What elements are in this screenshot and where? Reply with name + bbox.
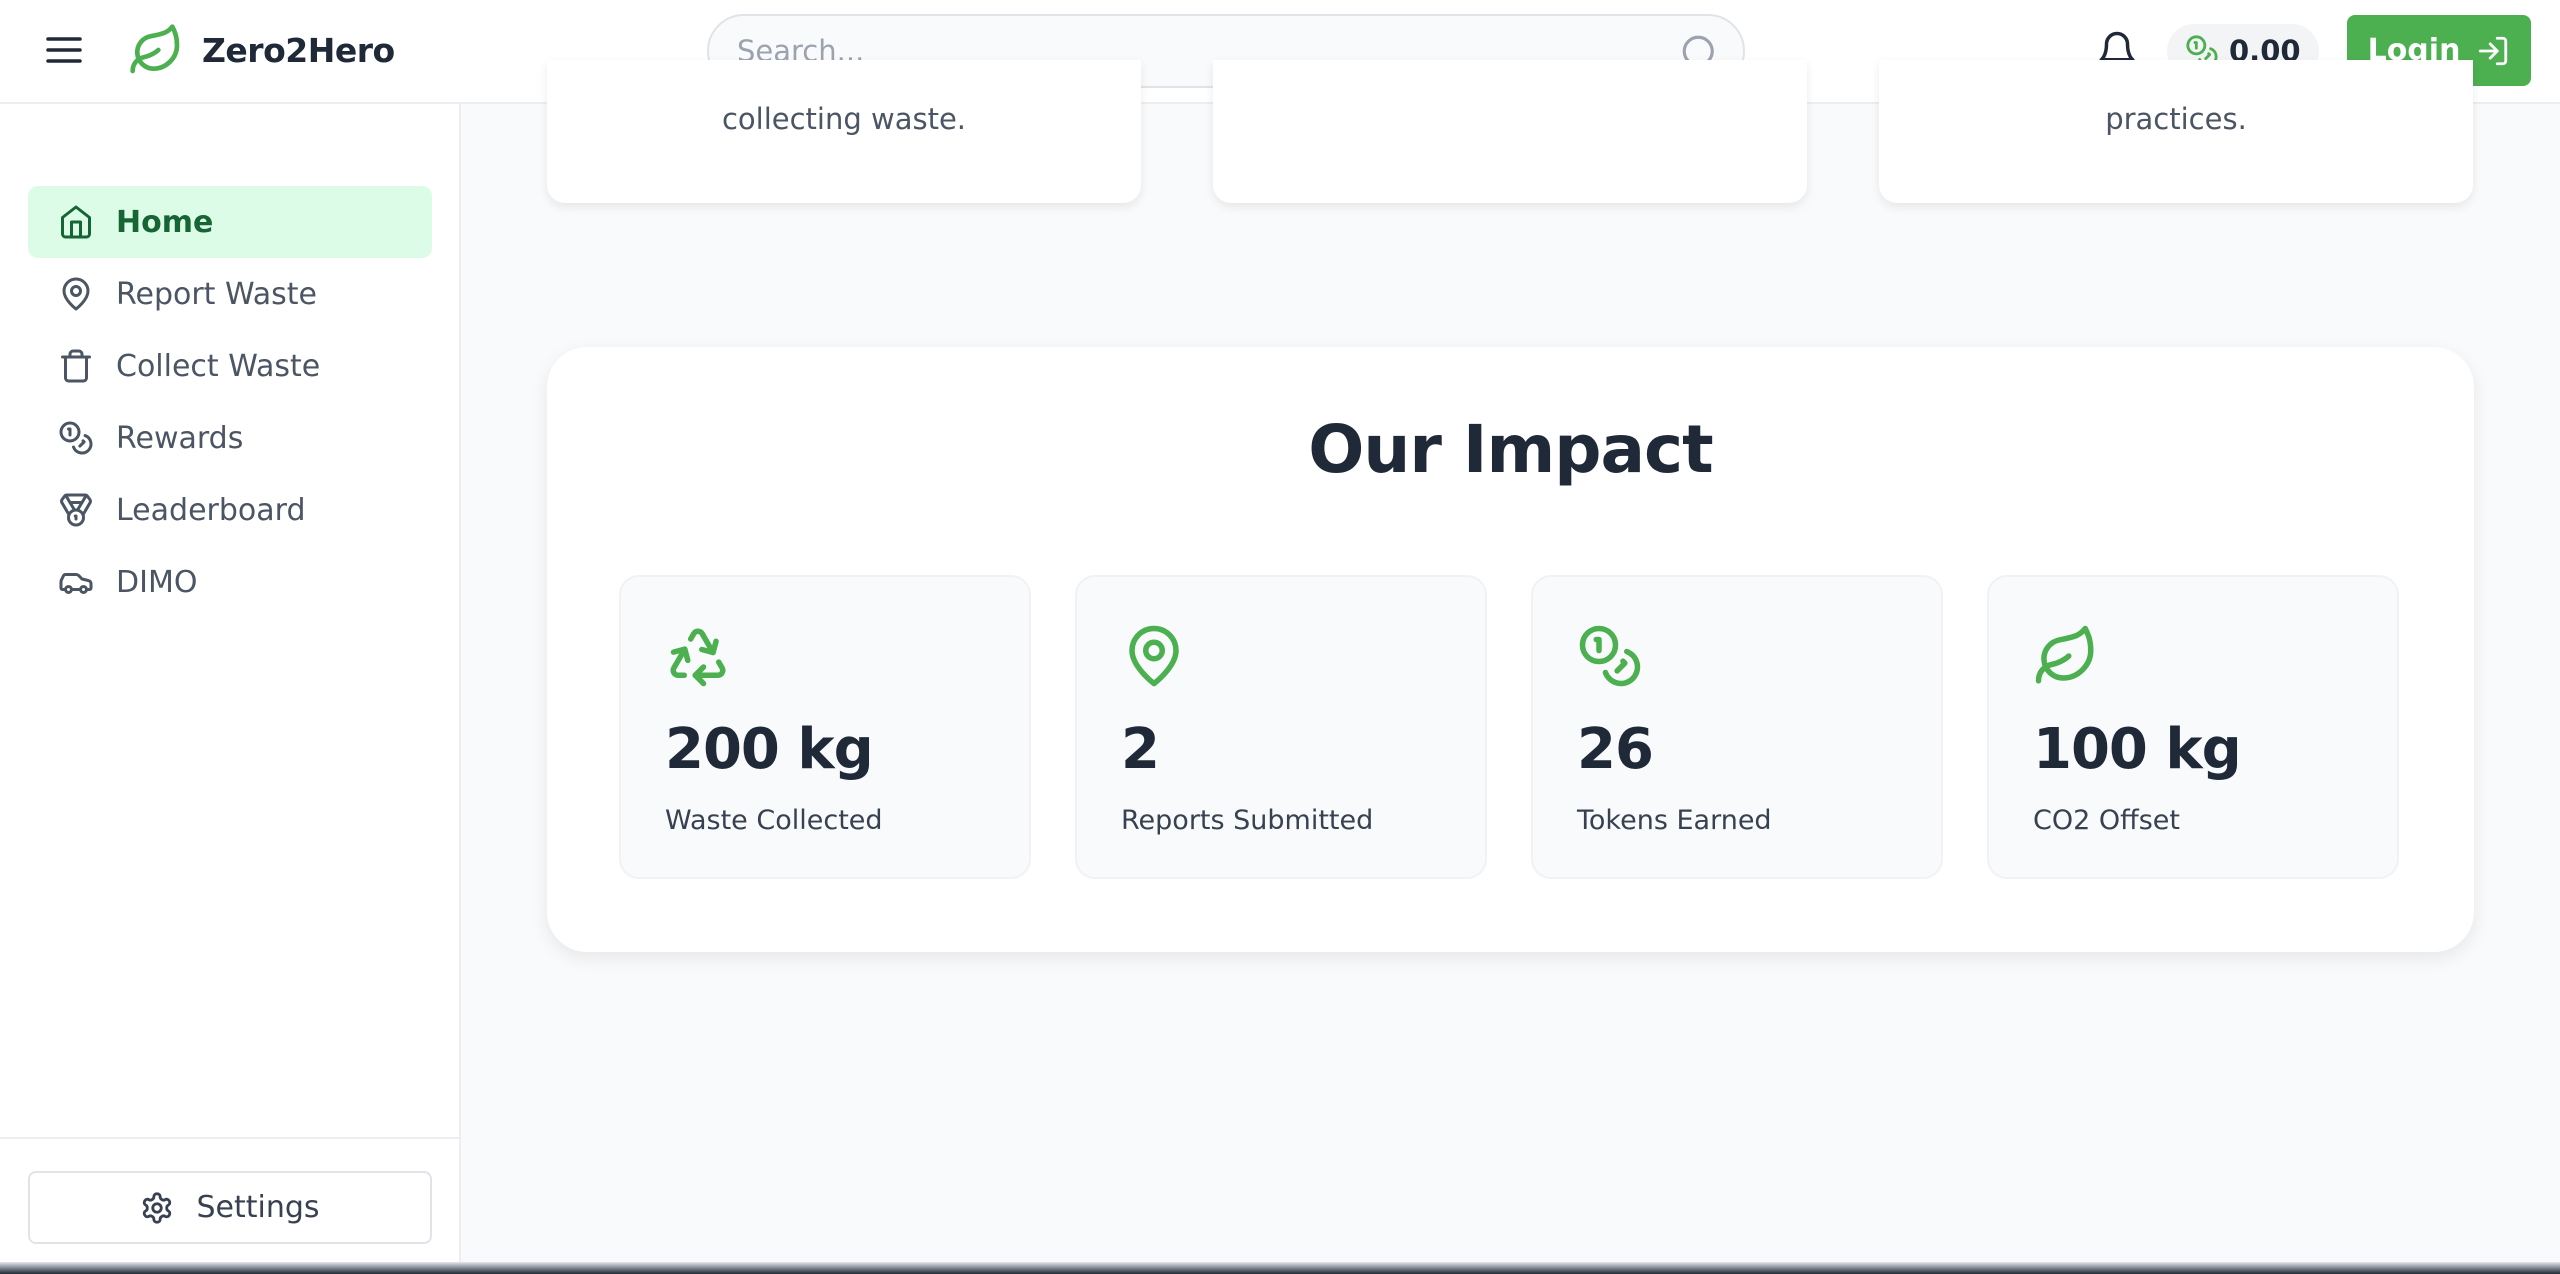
stat-value: 2 [1121,717,1160,782]
menu-icon[interactable] [44,30,84,70]
sidebar-item-label: Home [116,204,214,240]
leaf-icon [128,22,184,78]
sidebar-item-label: Report Waste [116,276,317,312]
sidebar-item-label: Collect Waste [116,348,321,384]
stat-card-tokens-earned: 26 Tokens Earned [1531,575,1943,879]
feature-card: collecting waste. [547,60,1141,203]
map-pin-icon [1121,623,1187,689]
app-logo[interactable]: Zero2Hero [128,22,395,78]
stat-value: 100 kg [2033,717,2242,782]
medal-icon [58,492,94,528]
stat-card-waste-collected: 200 kg Waste Collected [619,575,1031,879]
sidebar-item-label: Rewards [116,420,244,456]
coins-icon [58,420,94,456]
feature-card-text: practices. [2105,102,2247,136]
settings-button[interactable]: Settings [28,1171,432,1244]
sidebar-footer: Settings [0,1137,459,1274]
settings-label: Settings [196,1190,320,1225]
sidebar-item-home[interactable]: Home [28,186,432,258]
sidebar-nav: Home Report Waste Collect Waste Rewards … [28,186,432,618]
stat-label: Waste Collected [665,805,883,836]
feature-card-text: collecting waste. [721,102,967,136]
stat-card-co2-offset: 100 kg CO2 Offset [1987,575,2399,879]
sidebar-item-leaderboard[interactable]: Leaderboard [28,474,432,546]
log-in-icon [2476,34,2510,68]
sidebar-item-rewards[interactable]: Rewards [28,402,432,474]
impact-section: Our Impact 200 kg Waste Collected 2 Repo… [547,347,2474,952]
stat-value: 26 [1577,717,1654,782]
coins-icon [1577,623,1643,689]
sidebar-item-collect-waste[interactable]: Collect Waste [28,330,432,402]
home-icon [58,204,94,240]
stat-label: Reports Submitted [1121,805,1374,836]
app-name: Zero2Hero [202,30,395,70]
gear-icon [140,1191,174,1225]
sidebar-item-dimo[interactable]: DIMO [28,546,432,618]
feature-card [1213,60,1807,203]
leaf-icon [2033,623,2099,689]
window-bottom-edge [0,1262,2560,1274]
impact-title: Our Impact [1308,411,1713,488]
car-icon [58,564,94,600]
map-pin-icon [58,276,94,312]
trash-icon [58,348,94,384]
sidebar-item-label: Leaderboard [116,492,306,528]
stat-label: CO2 Offset [2033,805,2180,836]
sidebar-item-label: DIMO [116,564,198,600]
stat-card-reports-submitted: 2 Reports Submitted [1075,575,1487,879]
sidebar: Home Report Waste Collect Waste Rewards … [0,104,461,1274]
sidebar-item-report-waste[interactable]: Report Waste [28,258,432,330]
feature-card: practices. [1879,60,2473,203]
stat-value: 200 kg [665,717,874,782]
stat-label: Tokens Earned [1577,805,1772,836]
recycle-icon [665,623,731,689]
